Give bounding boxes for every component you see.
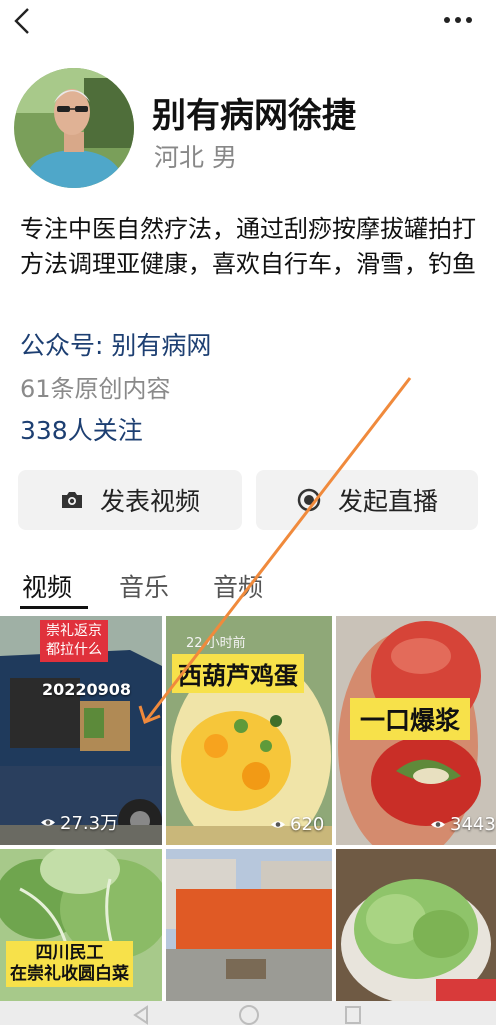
tab-video[interactable]: 视频 [22, 568, 72, 604]
video-time: 22 小时前 [186, 636, 246, 651]
video-tile[interactable]: 22 小时前 西葫芦鸡蛋 620 [166, 616, 332, 845]
eye-icon [271, 821, 285, 828]
video-tile[interactable]: 一口爆浆 3443 [336, 616, 496, 845]
video-views: 27.3万 [40, 809, 118, 835]
original-content-count: 61条原创内容 [20, 375, 171, 403]
chevron-left-icon [14, 8, 29, 34]
video-tile[interactable] [336, 849, 496, 1001]
video-tile[interactable]: 崇礼返京 都拉什么 20220908 27.3万 [0, 616, 162, 845]
post-video-button[interactable]: 发表视频 [18, 470, 242, 530]
system-nav-bar [0, 1001, 496, 1025]
eye-icon [431, 821, 445, 828]
more-button[interactable] [442, 8, 474, 32]
start-live-label: 发起直播 [337, 487, 438, 516]
video-red-caption: 崇礼返京 都拉什么 [40, 620, 108, 662]
more-dots-icon [444, 17, 472, 23]
profile-meta: 河北男 [154, 138, 237, 174]
profile-region: 河北 [154, 143, 205, 172]
video-tile[interactable] [166, 849, 332, 1001]
avatar[interactable] [14, 68, 134, 188]
nav-recents-icon[interactable] [344, 1005, 362, 1025]
content-tabs: 视频 音乐 音频 [0, 568, 496, 610]
camera-icon [61, 492, 82, 508]
post-video-label: 发表视频 [99, 487, 200, 516]
nav-home-icon[interactable] [238, 1004, 260, 1025]
video-views: 3443 [430, 814, 496, 835]
video-views-count: 620 [290, 814, 325, 835]
official-account-link[interactable]: 公众号: 别有病网 [20, 326, 211, 362]
nav-back-icon[interactable] [132, 1005, 150, 1025]
video-tile[interactable]: 四川民工 在崇礼收圆白菜 [0, 849, 162, 1001]
video-grid: 崇礼返京 都拉什么 20220908 27.3万 22 小时前 西葫芦鸡蛋 62… [0, 616, 496, 1001]
profile-name: 别有病网徐捷 [152, 96, 356, 136]
tab-music[interactable]: 音乐 [119, 568, 169, 604]
eye-icon [41, 818, 55, 826]
video-caption: 西葫芦鸡蛋 [172, 654, 304, 693]
video-caption: 四川民工 在崇礼收圆白菜 [6, 941, 133, 987]
video-date: 20220908 [42, 680, 132, 699]
back-button[interactable] [10, 6, 34, 36]
video-red-caption-text: 崇礼返京 都拉什么 [46, 623, 102, 658]
video-views: 620 [270, 814, 324, 835]
profile-bio: 专注中医自然疗法，通过刮痧按摩拔罐拍打方法调理亚健康，喜欢自行车，滑雪，钓鱼 [20, 215, 476, 278]
live-dot-icon [297, 488, 321, 512]
video-caption: 一口爆浆 [350, 698, 471, 740]
start-live-button[interactable]: 发起直播 [256, 470, 478, 530]
active-tab-indicator [20, 606, 88, 609]
video-views-count: 27.3万 [60, 813, 119, 834]
video-views-count: 3443 [450, 814, 496, 835]
video-caption-text: 四川民工 在崇礼收圆白菜 [10, 943, 129, 984]
profile-gender: 男 [212, 143, 238, 172]
top-bar [0, 0, 496, 44]
tab-audio[interactable]: 音频 [213, 568, 263, 604]
followers-link[interactable]: 338人关注 [20, 411, 143, 447]
